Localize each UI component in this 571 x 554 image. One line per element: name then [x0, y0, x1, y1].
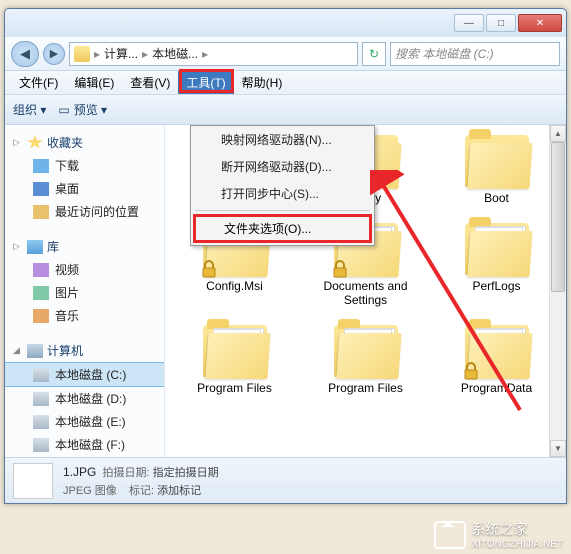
scroll-down-button[interactable]: ▼	[550, 440, 566, 457]
sidebar-drive-d[interactable]: 本地磁盘 (D:)	[5, 387, 164, 410]
computer-icon	[27, 344, 43, 358]
drive-icon	[74, 46, 90, 62]
sidebar-downloads[interactable]: 下载	[5, 154, 164, 177]
titlebar: — □ ✕	[5, 9, 566, 37]
status-tag-value[interactable]: 添加标记	[157, 485, 201, 497]
status-filename: 1.JPG	[63, 465, 96, 479]
sidebar-music[interactable]: 音乐	[5, 304, 164, 327]
search-placeholder: 搜索 本地磁盘 (C:)	[395, 45, 494, 62]
status-type: JPEG 图像	[63, 485, 117, 497]
refresh-button[interactable]: ↻	[362, 42, 386, 66]
maximize-button[interactable]: □	[486, 14, 516, 32]
lock-icon	[330, 259, 350, 279]
music-icon	[33, 309, 49, 323]
watermark-url: XITONGZHIJIA.NET	[472, 539, 564, 550]
status-date-value[interactable]: 指定拍摄日期	[153, 467, 219, 479]
folder-item[interactable]: PerfLogs	[435, 223, 558, 307]
recent-icon	[33, 205, 49, 219]
sidebar-pictures[interactable]: 图片	[5, 281, 164, 304]
library-icon	[27, 240, 43, 254]
watermark: 系统之家 XITONGZHIJIA.NET	[434, 519, 564, 550]
minimize-button[interactable]: —	[454, 14, 484, 32]
folder-item[interactable]: Program Files	[304, 325, 427, 395]
search-input[interactable]: 搜索 本地磁盘 (C:)	[390, 42, 560, 66]
watermark-logo-icon	[434, 521, 466, 549]
download-icon	[33, 159, 49, 173]
organize-button[interactable]: 组织 ▾	[13, 101, 46, 118]
drive-icon	[33, 392, 49, 406]
folder-icon	[465, 223, 529, 275]
folder-icon	[465, 325, 529, 377]
menu-sync-center[interactable]: 打开同步中心(S)...	[191, 180, 374, 207]
forward-button[interactable]: ▶	[43, 43, 65, 65]
address-bar[interactable]: ▸ 计算... ▸ 本地磁... ▸	[69, 42, 358, 66]
folder-item[interactable]: Program Files	[173, 325, 296, 395]
watermark-name: 系统之家	[472, 519, 564, 539]
sidebar-drive-g[interactable]: SYSBAK (G:)	[5, 456, 164, 457]
drive-icon	[33, 415, 49, 429]
menu-bar: 文件(F) 编辑(E) 查看(V) 工具(T) 帮助(H)	[5, 71, 566, 95]
folder-label: Documents and Settings	[304, 279, 427, 307]
back-button[interactable]: ◀	[11, 41, 39, 67]
menu-help[interactable]: 帮助(H)	[234, 71, 291, 94]
crumb-sep: ▸	[94, 47, 100, 61]
tools-dropdown: 映射网络驱动器(N)... 断开网络驱动器(D)... 打开同步中心(S)...…	[190, 125, 375, 246]
status-date-label: 拍摄日期:	[102, 467, 149, 479]
folder-label: ProgramData	[461, 381, 532, 395]
crumb-drive[interactable]: 本地磁...	[152, 45, 198, 62]
sidebar-drive-e[interactable]: 本地磁盘 (E:)	[5, 410, 164, 433]
body: ▷收藏夹 下载 桌面 最近访问的位置 ▷库 视频 图片 音乐 ◢计算机 本地磁盘…	[5, 125, 566, 457]
folder-icon	[203, 325, 267, 377]
menu-tools[interactable]: 工具(T)	[178, 71, 233, 94]
folder-label: Program Files	[197, 381, 272, 395]
menu-folder-options[interactable]: 文件夹选项(O)...	[193, 214, 372, 243]
menu-file[interactable]: 文件(F)	[11, 71, 66, 94]
sidebar: ▷收藏夹 下载 桌面 最近访问的位置 ▷库 视频 图片 音乐 ◢计算机 本地磁盘…	[5, 125, 165, 457]
folder-icon	[465, 135, 529, 187]
preview-button[interactable]: ▭ 预览 ▾	[58, 101, 107, 118]
folder-label: Config.Msi	[206, 279, 263, 293]
scrollbar[interactable]: ▲ ▼	[549, 125, 566, 457]
sidebar-libraries[interactable]: ▷库	[5, 235, 164, 258]
sidebar-desktop[interactable]: 桌面	[5, 177, 164, 200]
drive-icon	[33, 368, 49, 382]
sidebar-drive-c[interactable]: 本地磁盘 (C:)	[5, 362, 164, 387]
lock-icon	[199, 259, 219, 279]
picture-icon	[33, 286, 49, 300]
star-icon	[27, 136, 43, 150]
thumbnail	[13, 463, 53, 499]
sidebar-drive-f[interactable]: 本地磁盘 (F:)	[5, 433, 164, 456]
folder-icon	[334, 325, 398, 377]
sidebar-recent[interactable]: 最近访问的位置	[5, 200, 164, 223]
nav-bar: ◀ ▶ ▸ 计算... ▸ 本地磁... ▸ ↻ 搜索 本地磁盘 (C:)	[5, 37, 566, 71]
menu-edit[interactable]: 编辑(E)	[66, 71, 122, 94]
crumb-computer[interactable]: 计算...	[104, 45, 138, 62]
status-bar: 1.JPG 拍摄日期: 指定拍摄日期 JPEG 图像 标记: 添加标记	[5, 457, 566, 503]
folder-label: PerfLogs	[472, 279, 520, 293]
folder-item[interactable]: Boot	[435, 135, 558, 205]
menu-separator	[195, 210, 370, 211]
toolbar: 组织 ▾ ▭ 预览 ▾	[5, 95, 566, 125]
sidebar-computer[interactable]: ◢计算机	[5, 339, 164, 362]
folder-label: Boot	[484, 191, 509, 205]
folder-item[interactable]: ProgramData	[435, 325, 558, 395]
folder-label: Program Files	[328, 381, 403, 395]
sidebar-favorites[interactable]: ▷收藏夹	[5, 131, 164, 154]
scroll-up-button[interactable]: ▲	[550, 125, 566, 142]
preview-icon: ▭	[58, 103, 69, 117]
drive-icon	[33, 438, 49, 452]
video-icon	[33, 263, 49, 277]
desktop-icon	[33, 182, 49, 196]
close-button[interactable]: ✕	[518, 14, 562, 32]
lock-icon	[461, 361, 481, 381]
status-tag-label: 标记:	[129, 485, 154, 497]
menu-disconnect-drive[interactable]: 断开网络驱动器(D)...	[191, 153, 374, 180]
menu-map-drive[interactable]: 映射网络驱动器(N)...	[191, 126, 374, 153]
scroll-thumb[interactable]	[551, 142, 565, 292]
explorer-window: — □ ✕ ◀ ▶ ▸ 计算... ▸ 本地磁... ▸ ↻ 搜索 本地磁盘 (…	[4, 8, 567, 504]
menu-view[interactable]: 查看(V)	[122, 71, 178, 94]
sidebar-videos[interactable]: 视频	[5, 258, 164, 281]
